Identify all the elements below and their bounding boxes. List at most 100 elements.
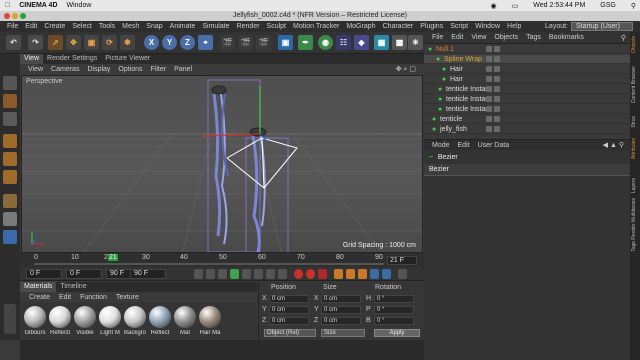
- tweak-mode-icon[interactable]: [3, 212, 17, 226]
- side-tab-structure[interactable]: Struc: [631, 116, 639, 128]
- mat-menu-texture[interactable]: Texture: [116, 294, 139, 301]
- mat-menu-edit[interactable]: Edit: [59, 294, 71, 301]
- record-icon[interactable]: [294, 269, 303, 279]
- om-menu-objects[interactable]: Objects: [494, 34, 518, 41]
- pos-z-field[interactable]: 0 cm: [269, 317, 309, 325]
- visibility-dot-icon[interactable]: [494, 96, 500, 102]
- prev-key-icon[interactable]: [206, 269, 215, 279]
- menu-character[interactable]: Character: [383, 23, 414, 30]
- object-row[interactable]: ● Null.1: [424, 45, 630, 54]
- visibility-dot-icon[interactable]: [494, 116, 500, 122]
- visibility-dot-icon[interactable]: [494, 66, 500, 72]
- menu-render[interactable]: Render: [237, 23, 260, 30]
- rot-p-field[interactable]: 0 °: [374, 306, 414, 314]
- material-swatch[interactable]: [124, 306, 146, 328]
- axis-mode-icon[interactable]: [3, 194, 17, 208]
- battery-icon[interactable]: ▭: [512, 2, 519, 10]
- object-name[interactable]: tenticle: [440, 116, 462, 123]
- keyframe-selection-icon[interactable]: [318, 269, 327, 279]
- mac-window-menu[interactable]: Window: [67, 2, 92, 9]
- vp-menu-filter[interactable]: Filter: [151, 66, 167, 73]
- timeline-menu-icon[interactable]: [398, 269, 407, 279]
- material-swatch[interactable]: [24, 306, 46, 328]
- attribute-field[interactable]: Bezier: [424, 164, 630, 176]
- object-visibility-tags[interactable]: [486, 66, 500, 72]
- y-axis-button[interactable]: Y: [162, 35, 177, 50]
- material-swatch[interactable]: [199, 306, 221, 328]
- object-visibility-tags[interactable]: [486, 96, 500, 102]
- tab-render-settings[interactable]: Render Settings: [43, 54, 101, 64]
- menu-mesh[interactable]: Mesh: [122, 23, 139, 30]
- am-menu-mode[interactable]: Mode: [432, 142, 450, 149]
- edges-mode-icon[interactable]: [3, 152, 17, 166]
- object-visibility-tags[interactable]: [486, 46, 500, 52]
- om-search-icon[interactable]: ⚲: [621, 34, 626, 42]
- mat-menu-create[interactable]: Create: [29, 294, 50, 301]
- mac-app-name[interactable]: CINEMA 4D: [19, 2, 57, 9]
- object-visibility-tags[interactable]: [486, 106, 500, 112]
- object-name[interactable]: Hair: [450, 76, 463, 83]
- object-visibility-tags[interactable]: [486, 126, 500, 132]
- polygons-mode-icon[interactable]: [3, 170, 17, 184]
- material-swatch[interactable]: [99, 306, 121, 328]
- search-icon[interactable]: ⚲: [631, 2, 636, 10]
- visibility-dot-icon[interactable]: [486, 96, 492, 102]
- menu-simulate[interactable]: Simulate: [202, 23, 229, 30]
- side-tab-objects[interactable]: Objects: [631, 36, 639, 53]
- material-swatch[interactable]: [49, 306, 71, 328]
- am-menu-edit[interactable]: Edit: [458, 142, 470, 149]
- clock[interactable]: Wed 2:53:44 PM: [533, 2, 585, 9]
- apple-icon[interactable]: : [5, 2, 10, 9]
- coordinate-system-icon[interactable]: ⌖: [198, 35, 213, 50]
- am-menu-user-data[interactable]: User Data: [478, 142, 510, 149]
- object-row[interactable]: ● Spline Wrap: [424, 55, 630, 64]
- menu-help[interactable]: Help: [507, 23, 521, 30]
- scale-icon[interactable]: ▣: [84, 35, 99, 50]
- object-name[interactable]: tenticle Instan: [446, 106, 489, 113]
- om-menu-view[interactable]: View: [471, 34, 486, 41]
- menu-window[interactable]: Window: [475, 23, 500, 30]
- camera-icon[interactable]: ▩: [392, 35, 407, 50]
- object-row[interactable]: ● tenticle Instan: [424, 105, 630, 114]
- tab-materials[interactable]: Materials: [20, 282, 57, 292]
- size-z-field[interactable]: 0 cm: [321, 317, 361, 325]
- rot-h-field[interactable]: 0 °: [374, 295, 414, 303]
- object-name[interactable]: Spline Wrap: [444, 56, 482, 63]
- visibility-dot-icon[interactable]: [494, 76, 500, 82]
- visibility-dot-icon[interactable]: [486, 76, 492, 82]
- object-name[interactable]: Hair: [450, 66, 463, 73]
- pla-key-icon[interactable]: [382, 269, 391, 279]
- floor-icon[interactable]: ▦: [374, 35, 389, 50]
- om-menu-bookmarks[interactable]: Bookmarks: [549, 34, 584, 41]
- menu-motion-tracker[interactable]: Motion Tracker: [293, 23, 339, 30]
- visibility-dot-icon[interactable]: [486, 66, 492, 72]
- material-swatch[interactable]: [149, 306, 171, 328]
- goto-start-icon[interactable]: [194, 269, 203, 279]
- snap-icon[interactable]: [3, 230, 17, 244]
- model-mode-icon[interactable]: [3, 94, 17, 108]
- render-picture-viewer-icon[interactable]: 🎬: [238, 35, 253, 50]
- close-window-button[interactable]: [4, 13, 10, 19]
- render-settings-icon[interactable]: 🎬: [256, 35, 271, 50]
- object-visibility-tags[interactable]: [486, 116, 500, 122]
- tab-timeline[interactable]: Timeline: [56, 282, 90, 292]
- size-y-field[interactable]: 0 cm: [321, 306, 361, 314]
- om-menu-tags[interactable]: Tags: [526, 34, 541, 41]
- object-visibility-tags[interactable]: [486, 56, 500, 62]
- visibility-dot-icon[interactable]: [494, 86, 500, 92]
- object-row[interactable]: ● jelly_fish: [424, 125, 630, 134]
- object-row[interactable]: ● tenticle Instan: [424, 85, 630, 94]
- array-icon[interactable]: ☷: [336, 35, 351, 50]
- object-name[interactable]: tenticle Instan: [446, 86, 489, 93]
- end-frame-field[interactable]: 90 F: [130, 269, 166, 279]
- 3d-viewport[interactable]: Perspective Grid Spacing: 1000 cm: [21, 75, 423, 253]
- nurbs-icon[interactable]: ◉: [318, 35, 333, 50]
- om-menu-edit[interactable]: Edit: [451, 34, 463, 41]
- menu-mograph[interactable]: MoGraph: [346, 23, 375, 30]
- points-mode-icon[interactable]: [3, 134, 17, 148]
- zoom-window-button[interactable]: [20, 13, 26, 19]
- parameter-key-icon[interactable]: [370, 269, 379, 279]
- tab-view[interactable]: View: [20, 54, 44, 64]
- current-frame-display[interactable]: 21 F: [387, 256, 417, 265]
- pos-x-field[interactable]: 0 cm: [269, 295, 309, 303]
